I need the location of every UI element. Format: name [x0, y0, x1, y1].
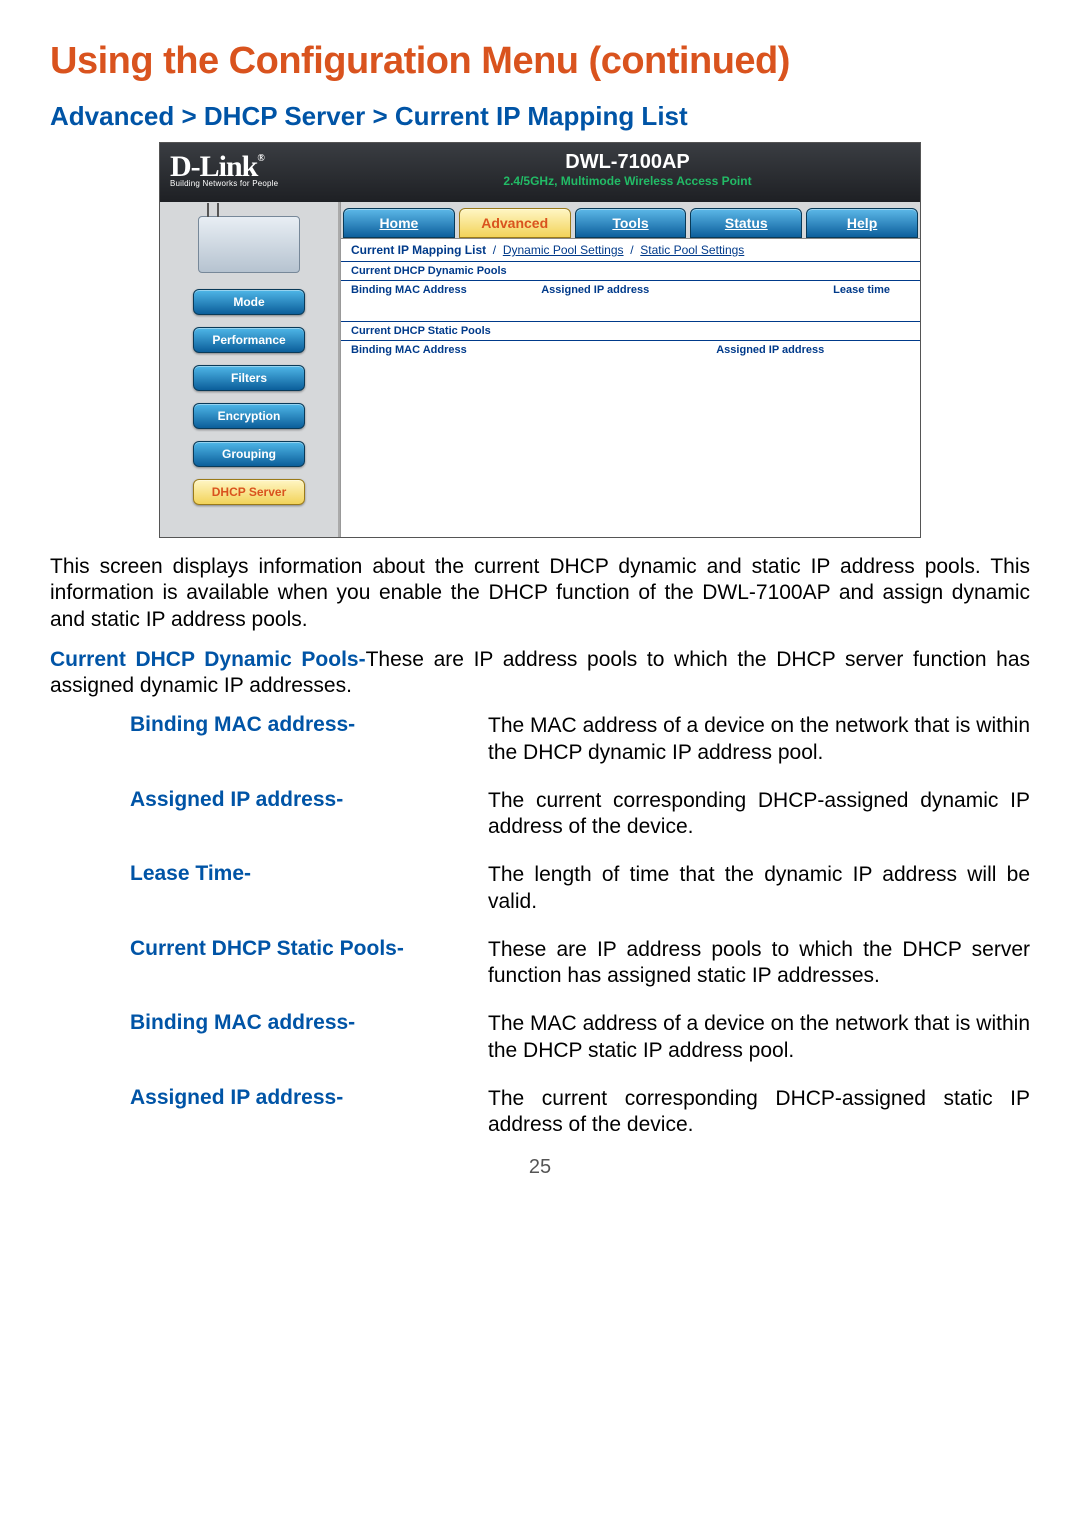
brand-tagline: Building Networks for People — [170, 179, 345, 188]
page-number: 25 — [50, 1156, 1030, 1179]
tab-advanced[interactable]: Advanced — [459, 208, 571, 238]
dynamic-pools-label: Current DHCP Dynamic Pools- — [50, 648, 366, 671]
sidebar-item-dhcp-server[interactable]: DHCP Server — [193, 479, 305, 505]
dynamic-pools-columns: Binding MAC Address Assigned IP address … — [341, 281, 920, 299]
brand-logo: D-Link® — [170, 155, 345, 179]
def-text-4: The MAC address of a device on the netwo… — [488, 1011, 1030, 1064]
col-lease-time: Lease time — [731, 284, 910, 296]
sidebar-item-mode[interactable]: Mode — [193, 289, 305, 315]
def-text-2: The length of time that the dynamic IP a… — [488, 862, 1030, 915]
model-subtitle: 2.4/5GHz, Multimode Wireless Access Poin… — [345, 174, 910, 188]
sublink-sep-2: / — [630, 243, 633, 257]
router-header: D-Link® Building Networks for People DWL… — [160, 143, 920, 202]
col-assigned-ip-static: Assigned IP address — [631, 344, 911, 356]
tab-tools[interactable]: Tools — [575, 208, 687, 238]
def-text-0: The MAC address of a device on the netwo… — [488, 713, 1030, 766]
tab-status[interactable]: Status — [690, 208, 802, 238]
device-illustration — [198, 216, 300, 273]
sublink-current[interactable]: Current IP Mapping List — [351, 243, 486, 257]
sidebar-item-encryption[interactable]: Encryption — [193, 403, 305, 429]
col-binding-mac-static: Binding MAC Address — [351, 344, 631, 356]
intro-paragraph: This screen displays information about t… — [50, 554, 1030, 633]
def-label-5: Assigned IP address- — [130, 1086, 470, 1139]
tab-home[interactable]: Home — [343, 208, 455, 238]
dynamic-pools-title: Current DHCP Dynamic Pools — [341, 261, 920, 281]
def-label-0: Binding MAC address- — [130, 713, 470, 766]
definitions-table: Binding MAC address- The MAC address of … — [130, 713, 1030, 1138]
tab-help[interactable]: Help — [806, 208, 918, 238]
def-label-3: Current DHCP Static Pools- — [130, 937, 470, 990]
sublink-static[interactable]: Static Pool Settings — [640, 243, 744, 257]
model-name: DWL-7100AP — [345, 151, 910, 174]
sublink-sep-1: / — [493, 243, 496, 257]
dynamic-pools-paragraph: Current DHCP Dynamic Pools-These are IP … — [50, 647, 1030, 700]
sub-link-row: Current IP Mapping List / Dynamic Pool S… — [341, 239, 920, 261]
sidebar-item-filters[interactable]: Filters — [193, 365, 305, 391]
router-screenshot: D-Link® Building Networks for People DWL… — [159, 142, 921, 538]
static-pools-title: Current DHCP Static Pools — [341, 321, 920, 341]
sidebar-item-grouping[interactable]: Grouping — [193, 441, 305, 467]
static-pools-columns: Binding MAC Address Assigned IP address — [341, 341, 920, 359]
brand-reg: ® — [257, 153, 263, 164]
def-label-2: Lease Time- — [130, 862, 470, 915]
def-text-1: The current corresponding DHCP-assigned … — [488, 788, 1030, 841]
col-binding-mac: Binding MAC Address — [351, 284, 541, 296]
def-text-5: The current corresponding DHCP-assigned … — [488, 1086, 1030, 1139]
def-label-1: Assigned IP address- — [130, 788, 470, 841]
def-label-4: Binding MAC address- — [130, 1011, 470, 1064]
col-assigned-ip: Assigned IP address — [541, 284, 731, 296]
sidebar: Mode Performance Filters Encryption Grou… — [160, 202, 340, 537]
def-text-3: These are IP address pools to which the … — [488, 937, 1030, 990]
main-panel: Home Advanced Tools Status Help Current … — [340, 202, 920, 537]
sublink-dynamic[interactable]: Dynamic Pool Settings — [503, 243, 624, 257]
page-title: Using the Configuration Menu (continued) — [50, 40, 1030, 83]
breadcrumb: Advanced > DHCP Server > Current IP Mapp… — [50, 101, 1030, 132]
top-tabs: Home Advanced Tools Status Help — [341, 202, 920, 239]
sidebar-item-performance[interactable]: Performance — [193, 327, 305, 353]
